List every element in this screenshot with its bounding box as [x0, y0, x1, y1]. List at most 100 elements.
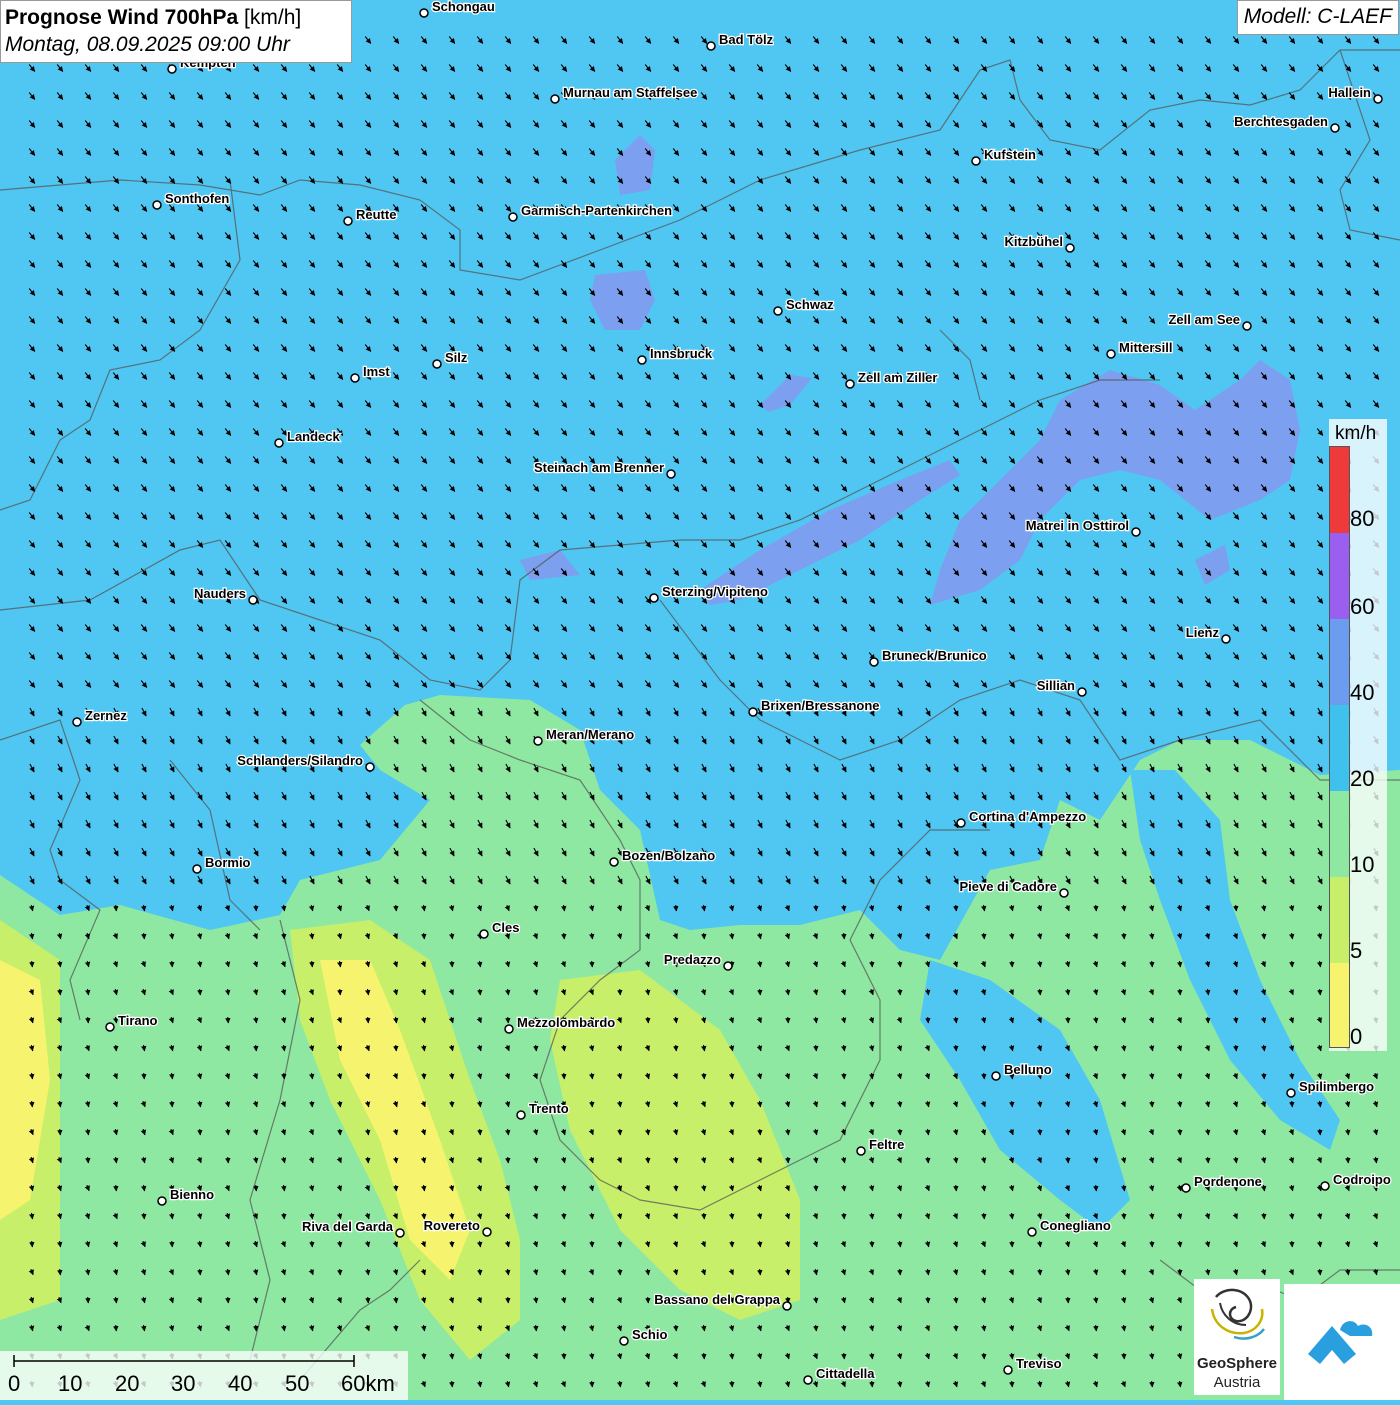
- city-dot: [666, 469, 676, 479]
- wind-arrow: [701, 932, 707, 940]
- legend-unit: km/h: [1335, 423, 1377, 444]
- city-dot: [723, 961, 733, 971]
- legend-tick: 60: [1350, 594, 1375, 619]
- wind-arrow: [421, 932, 427, 940]
- city-label: Mittersill: [1119, 340, 1172, 355]
- wind-arrow: [925, 1156, 931, 1164]
- city-dot: [1003, 1365, 1013, 1375]
- city-dot: [971, 156, 981, 166]
- legend-segment-10-20: [1330, 791, 1349, 877]
- city-dot: [1106, 349, 1116, 359]
- app-logo[interactable]: [1284, 1284, 1400, 1400]
- geosphere-logo[interactable]: GeoSphere Austria: [1194, 1279, 1280, 1395]
- wind-arrow: [981, 932, 987, 940]
- city-dot: [395, 1228, 405, 1238]
- wind-arrow: [1177, 1268, 1183, 1276]
- wind-arrow: [1065, 1016, 1071, 1024]
- city-label: Mezzolombardo: [517, 1015, 615, 1030]
- city-dot: [649, 593, 659, 603]
- city-dot: [869, 657, 879, 667]
- city-label: Innsbruck: [650, 346, 713, 361]
- city-dot: [365, 762, 375, 772]
- wind-arrow: [29, 960, 35, 968]
- city-label: Matrei in Osttirol: [1026, 518, 1129, 533]
- city-label: Cittadella: [816, 1366, 875, 1381]
- wind-arrow: [337, 1128, 343, 1136]
- city-label: Reutte: [356, 207, 396, 222]
- city-dot: [637, 355, 647, 365]
- wind-arrow: [1177, 988, 1183, 996]
- wind-arrow: [617, 1268, 623, 1276]
- city-dot: [533, 736, 543, 746]
- wind-arrow: [617, 1128, 623, 1136]
- wind-arrow: [1149, 1100, 1155, 1108]
- wind-arrow: [1009, 960, 1015, 968]
- wind-arrow: [85, 1156, 91, 1164]
- wind-arrow: [617, 988, 623, 996]
- city-dot: [782, 1301, 792, 1311]
- wind-arrow: [225, 1016, 231, 1024]
- wind-arrow: [673, 1324, 679, 1332]
- wind-arrow: [1093, 1044, 1099, 1052]
- wind-arrow: [1233, 904, 1239, 912]
- wind-arrow: [113, 1044, 119, 1052]
- city-dot: [1077, 687, 1087, 697]
- legend-segment-over80: [1330, 447, 1349, 533]
- wind-arrow: [1009, 1380, 1015, 1388]
- wind-arrow: [253, 1324, 259, 1332]
- wind-arrow: [673, 1184, 679, 1192]
- city-dot: [343, 216, 353, 226]
- city-label: Bassano del Grappa: [654, 1292, 780, 1307]
- wind-arrow: [197, 1268, 203, 1276]
- city-dot: [956, 818, 966, 828]
- wind-arrow: [1149, 1380, 1155, 1388]
- city-dot: [1059, 888, 1069, 898]
- wind-arrow: [897, 1128, 903, 1136]
- city-dot: [274, 438, 284, 448]
- wind-arrow: [141, 1212, 147, 1220]
- city-label: Lienz: [1186, 625, 1220, 640]
- wind-arrow: [421, 1072, 427, 1080]
- wind-arrow: [365, 1016, 371, 1024]
- wind-arrow: [729, 1380, 735, 1388]
- wind-arrow: [785, 1156, 791, 1164]
- city-dot: [105, 1022, 115, 1032]
- wind-arrow: [701, 1072, 707, 1080]
- city-label: Schio: [632, 1327, 667, 1342]
- geosphere-country: Austria: [1213, 1374, 1261, 1391]
- city-dot: [1065, 243, 1075, 253]
- wind-arrow: [57, 988, 63, 996]
- wind-arrow: [1093, 1324, 1099, 1332]
- city-dot: [432, 359, 442, 369]
- wind-arrow: [393, 1324, 399, 1332]
- wind-arrow: [169, 1100, 175, 1108]
- city-label: Schongau: [432, 0, 495, 14]
- city-label: Sonthofen: [165, 191, 229, 206]
- city-label: Zernez: [85, 708, 127, 723]
- wind-arrow: [841, 1072, 847, 1080]
- wind-arrow: [113, 904, 119, 912]
- wind-arrow: [1121, 1072, 1127, 1080]
- city-dot: [516, 1110, 526, 1120]
- city-label: Kufstein: [984, 147, 1036, 162]
- city-dot: [1286, 1088, 1296, 1098]
- city-label: Pieve di Cadore: [959, 879, 1057, 894]
- wind-arrow: [421, 1352, 427, 1360]
- wind-arrow: [869, 960, 875, 968]
- map-title-main: Prognose Wind 700hPa: [5, 6, 239, 29]
- city-dot: [479, 929, 489, 939]
- scale-bar: 0 10 20 30 40 50 60km: [0, 1351, 408, 1400]
- wind-arrow: [981, 1212, 987, 1220]
- wind-arrow: [953, 1044, 959, 1052]
- wind-arrow: [953, 904, 959, 912]
- wind-arrow: [1289, 960, 1295, 968]
- wind-arrow: [253, 904, 259, 912]
- wind-arrow: [813, 1044, 819, 1052]
- wind-arrow: [309, 960, 315, 968]
- city-dot: [748, 707, 758, 717]
- wind-arrow: [449, 1240, 455, 1248]
- city-label: Cortina d'Ampezzo: [969, 809, 1086, 824]
- legend-bar: [1329, 446, 1350, 1048]
- wind-arrow: [589, 1240, 595, 1248]
- wind-arrow: [337, 1268, 343, 1276]
